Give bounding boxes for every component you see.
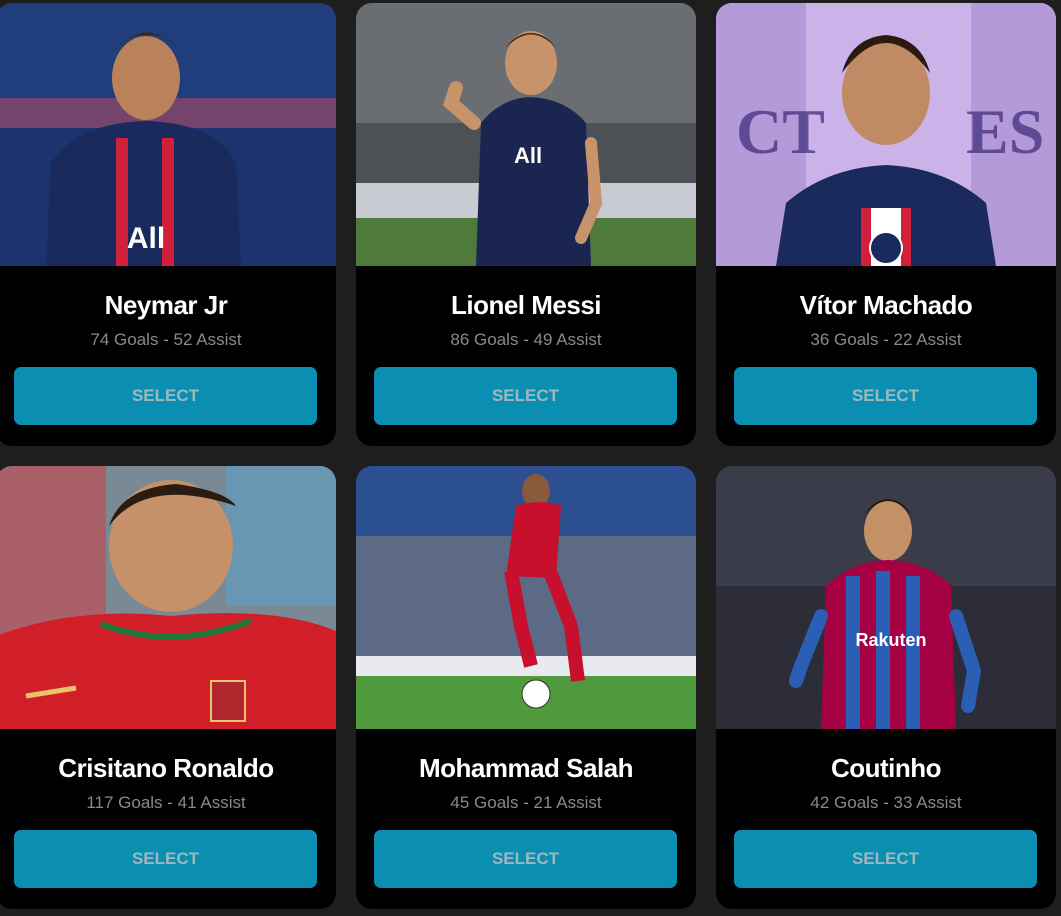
svg-text:ES: ES	[966, 96, 1044, 167]
player-card: All Lionel Messi 86 Goals - 49 Assist SE…	[356, 3, 696, 446]
player-stats: 45 Goals - 21 Assist	[450, 793, 602, 812]
player-stats: 36 Goals - 22 Assist	[810, 330, 962, 349]
player-card: CT ES Vítor Machado 36 Goals - 22 Assist…	[716, 3, 1056, 446]
select-button[interactable]: SELECT	[374, 367, 677, 425]
player-name: Vítor Machado	[799, 290, 973, 320]
svg-text:Rakuten: Rakuten	[855, 630, 926, 650]
select-button[interactable]: SELECT	[14, 367, 317, 425]
select-button[interactable]: SELECT	[734, 367, 1037, 425]
svg-text:All: All	[514, 143, 542, 168]
player-photo: Rakuten	[716, 466, 1056, 729]
select-button[interactable]: SELECT	[734, 830, 1037, 888]
player-photo	[356, 466, 696, 729]
player-name: Mohammad Salah	[418, 753, 634, 783]
svg-text:CT: CT	[736, 96, 825, 167]
player-card: Rakuten Coutinho 42 Goals - 33 Assist SE…	[716, 466, 1056, 909]
player-photo: All	[356, 3, 696, 266]
player-name: Neymar Jr	[104, 290, 228, 320]
player-photo	[0, 466, 336, 729]
player-name: Coutinho	[830, 753, 942, 783]
player-photo: CT ES	[716, 3, 1056, 266]
player-grid: All Neymar Jr 74 Goals - 52 Assist SELEC…	[0, 3, 1061, 909]
svg-text:All: All	[127, 222, 165, 255]
select-button[interactable]: SELECT	[374, 830, 677, 888]
player-card: Mohammad Salah 45 Goals - 21 Assist SELE…	[356, 466, 696, 909]
player-stats: 42 Goals - 33 Assist	[810, 793, 962, 812]
player-stats: 86 Goals - 49 Assist	[450, 330, 602, 349]
player-photo: All	[0, 3, 336, 266]
player-card: Crisitano Ronaldo 117 Goals - 41 Assist …	[0, 466, 336, 909]
player-stats: 74 Goals - 52 Assist	[90, 330, 242, 349]
player-stats: 117 Goals - 41 Assist	[86, 793, 246, 812]
player-card: All Neymar Jr 74 Goals - 52 Assist SELEC…	[0, 3, 336, 446]
player-name: Lionel Messi	[450, 290, 602, 320]
player-name: Crisitano Ronaldo	[58, 753, 274, 783]
select-button[interactable]: SELECT	[14, 830, 317, 888]
